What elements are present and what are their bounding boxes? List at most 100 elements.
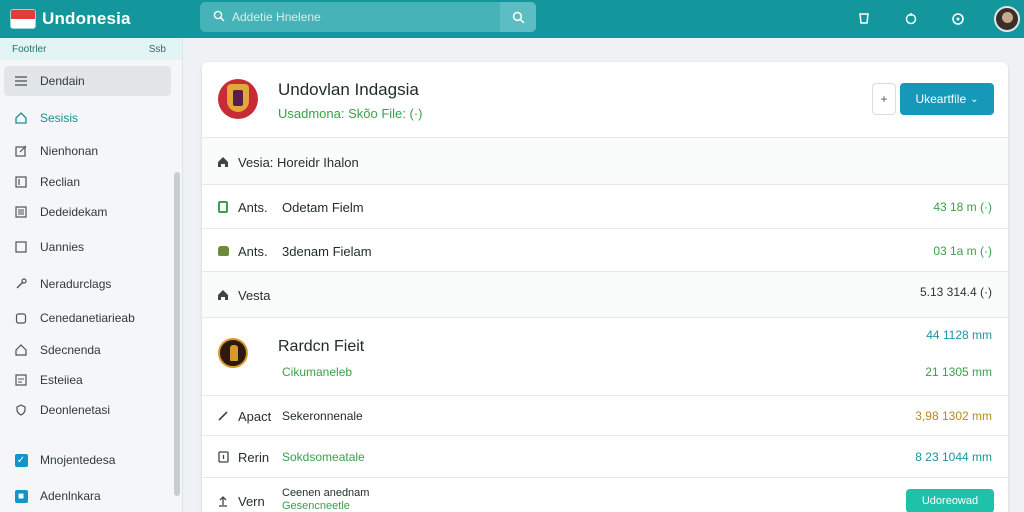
feature-title: Rardcn Fieit bbox=[278, 338, 365, 355]
card-header: Undovlan Indagsia Usadmona: Skõo File: (… bbox=[202, 62, 1008, 138]
flag-icon bbox=[10, 9, 36, 29]
row-value: 43 18 m (·) bbox=[933, 200, 992, 214]
sidebar-item-mnojentedesa[interactable]: ✓ Mnojentedesa bbox=[4, 445, 171, 475]
square-icon bbox=[14, 240, 28, 254]
sidebar-item-label: Mnojentedesa bbox=[40, 453, 116, 467]
row-name: 3denam Fielam bbox=[282, 244, 372, 259]
table-row[interactable]: Rerin Sokdsomeatale 8 23 1044 mm bbox=[202, 436, 1008, 478]
row-value: 03 1a m (·) bbox=[933, 244, 992, 258]
search-icon bbox=[512, 11, 524, 23]
bottle-logo bbox=[218, 338, 248, 368]
table-row[interactable]: Apact Sekeronnenale 3,98 1302 mm bbox=[202, 396, 1008, 436]
sidebar-item-cenedanetiarieab[interactable]: Cenedanetiarieab bbox=[4, 303, 171, 333]
add-button[interactable]: + bbox=[872, 83, 896, 115]
sidebar-item-dedeidekam[interactable]: Dedeidekam bbox=[4, 197, 171, 227]
top-bar: Undonesia bbox=[0, 0, 1024, 38]
row-name: Odetam Fielm bbox=[282, 200, 364, 215]
search-button[interactable] bbox=[500, 2, 536, 32]
sidebar-item-label: Cenedanetiarieab bbox=[40, 311, 135, 325]
sidebar-item-sdecnenda[interactable]: Sdecnenda bbox=[4, 335, 171, 365]
search-icon bbox=[206, 9, 232, 25]
sidebar-item-deonlenetasi[interactable]: Deonlenetasi bbox=[4, 395, 171, 425]
section-label: Vesta bbox=[238, 288, 271, 303]
pencil-icon bbox=[216, 409, 230, 423]
sidebar-item-label: Sdecnenda bbox=[40, 343, 101, 357]
doc-icon bbox=[216, 450, 230, 464]
download-button[interactable]: Udoreowad bbox=[906, 489, 994, 512]
bell-icon[interactable] bbox=[900, 8, 922, 30]
feature-row[interactable]: Rardcn Fieit Cikumaneleb 44 1128 mm 21 1… bbox=[202, 318, 1008, 396]
sidebar-item-label: Dedeidekam bbox=[40, 205, 108, 219]
search-input[interactable] bbox=[232, 10, 492, 24]
home-icon bbox=[216, 288, 230, 302]
shield-icon[interactable] bbox=[853, 8, 875, 30]
sidebar-item-label: Nienhonan bbox=[40, 144, 99, 158]
top-actions bbox=[853, 0, 1024, 38]
home-icon bbox=[14, 343, 28, 357]
primary-file-button[interactable]: Ukeartfile ⌄ bbox=[900, 83, 994, 115]
section-row[interactable]: Vesia: Horeidr Ihalon bbox=[202, 138, 1008, 185]
sidebar-item-label: Reclian bbox=[40, 175, 81, 189]
row-value: 3,98 1302 mm bbox=[915, 409, 992, 423]
row-value: 5.13 314.4 (·) bbox=[919, 285, 992, 299]
page-subtitle: Usadmona: Skõo File: (·) bbox=[278, 106, 423, 121]
sidebar-item-label: Esteiiea bbox=[40, 373, 83, 387]
main-card: Undovlan Indagsia Usadmona: Skõo File: (… bbox=[202, 62, 1008, 512]
table-row[interactable]: Ants. 3denam Fielam 03 1a m (·) bbox=[202, 229, 1008, 272]
row-name: Sekeronnenale bbox=[282, 409, 363, 423]
search-bar bbox=[200, 2, 536, 32]
clipboard-icon bbox=[14, 311, 28, 325]
sidebar-scrollbar[interactable] bbox=[174, 172, 180, 496]
user-avatar[interactable] bbox=[994, 6, 1020, 32]
sidebar-header: Footrler Ssb bbox=[0, 38, 182, 60]
sidebar-item-sesisis[interactable]: Sesisis bbox=[4, 103, 171, 133]
checkbox-icon[interactable]: ✓ bbox=[14, 453, 28, 467]
sidebar-item-label: Uannies bbox=[40, 240, 85, 254]
row-prefix: Vern bbox=[238, 494, 265, 509]
shield-icon bbox=[14, 403, 28, 417]
brand-name: Undonesia bbox=[42, 9, 131, 28]
home-icon bbox=[14, 111, 28, 125]
edit-icon bbox=[14, 144, 28, 158]
brand[interactable]: Undonesia bbox=[0, 9, 200, 29]
home-icon bbox=[216, 155, 230, 169]
sidebar-header-left[interactable]: Footrler bbox=[12, 44, 46, 55]
sidebar-item-dendain[interactable]: Dendain bbox=[4, 66, 171, 96]
sidebar-item-label: Sesisis bbox=[40, 111, 79, 125]
row-value: 8 23 1044 mm bbox=[915, 450, 992, 464]
section-label: Vesia: Horeidr Ihalon bbox=[238, 155, 359, 170]
list-icon bbox=[14, 205, 28, 219]
sidebar-item-label: Deonlenetasi bbox=[40, 403, 111, 417]
row-prefix: Ants. bbox=[238, 244, 268, 259]
lock-icon bbox=[216, 244, 230, 258]
sidebar-item-adenlnkara[interactable]: ■ Adenlnkara bbox=[4, 481, 171, 511]
sidebar-item-neradurclags[interactable]: Neradurclags bbox=[4, 269, 171, 299]
table-row[interactable]: Ants. Odetam Fielm 43 18 m (·) bbox=[202, 185, 1008, 229]
sidebar-header-right[interactable]: Ssb bbox=[149, 44, 166, 55]
feature-value-bottom: 21 1305 mm bbox=[925, 365, 992, 379]
section-row[interactable]: Vesta 5.13 314.4 (·) bbox=[202, 272, 1008, 318]
table-row[interactable]: Vern Ceenen anednam Gesencneetle Udoreow… bbox=[202, 478, 1008, 512]
note-icon bbox=[14, 175, 28, 189]
row-prefix: Apact bbox=[238, 409, 272, 424]
row-prefix: Rerin bbox=[238, 450, 270, 465]
wrench-icon bbox=[14, 277, 28, 291]
primary-button-label: Ukeartfile bbox=[915, 92, 967, 106]
file-icon bbox=[216, 200, 230, 214]
sidebar: Footrler Ssb Dendain Sesisis Nienhonan R… bbox=[0, 38, 183, 512]
chevron-down-icon: ⌄ bbox=[970, 93, 979, 105]
feature-value-top: 44 1128 mm bbox=[926, 328, 992, 342]
menu-icon bbox=[14, 74, 28, 88]
row-name-stack: Ceenen anednam Gesencneetle bbox=[282, 487, 369, 512]
sidebar-item-label: Dendain bbox=[40, 74, 85, 88]
checkbox-icon[interactable]: ■ bbox=[14, 489, 28, 503]
sidebar-item-reclian[interactable]: Reclian bbox=[4, 167, 171, 197]
row-name: Ceenen anednam bbox=[282, 487, 370, 499]
sidebar-item-nienhonan[interactable]: Nienhonan bbox=[4, 136, 171, 166]
emblem-logo bbox=[218, 79, 258, 119]
row-name-secondary: Gesencneetle bbox=[282, 500, 350, 512]
row-name: Sokdsomeatale bbox=[282, 450, 365, 464]
info-icon[interactable] bbox=[947, 8, 969, 30]
sidebar-item-esteiiea[interactable]: Esteiiea bbox=[4, 365, 171, 395]
sidebar-item-uannies[interactable]: Uannies bbox=[4, 232, 171, 262]
